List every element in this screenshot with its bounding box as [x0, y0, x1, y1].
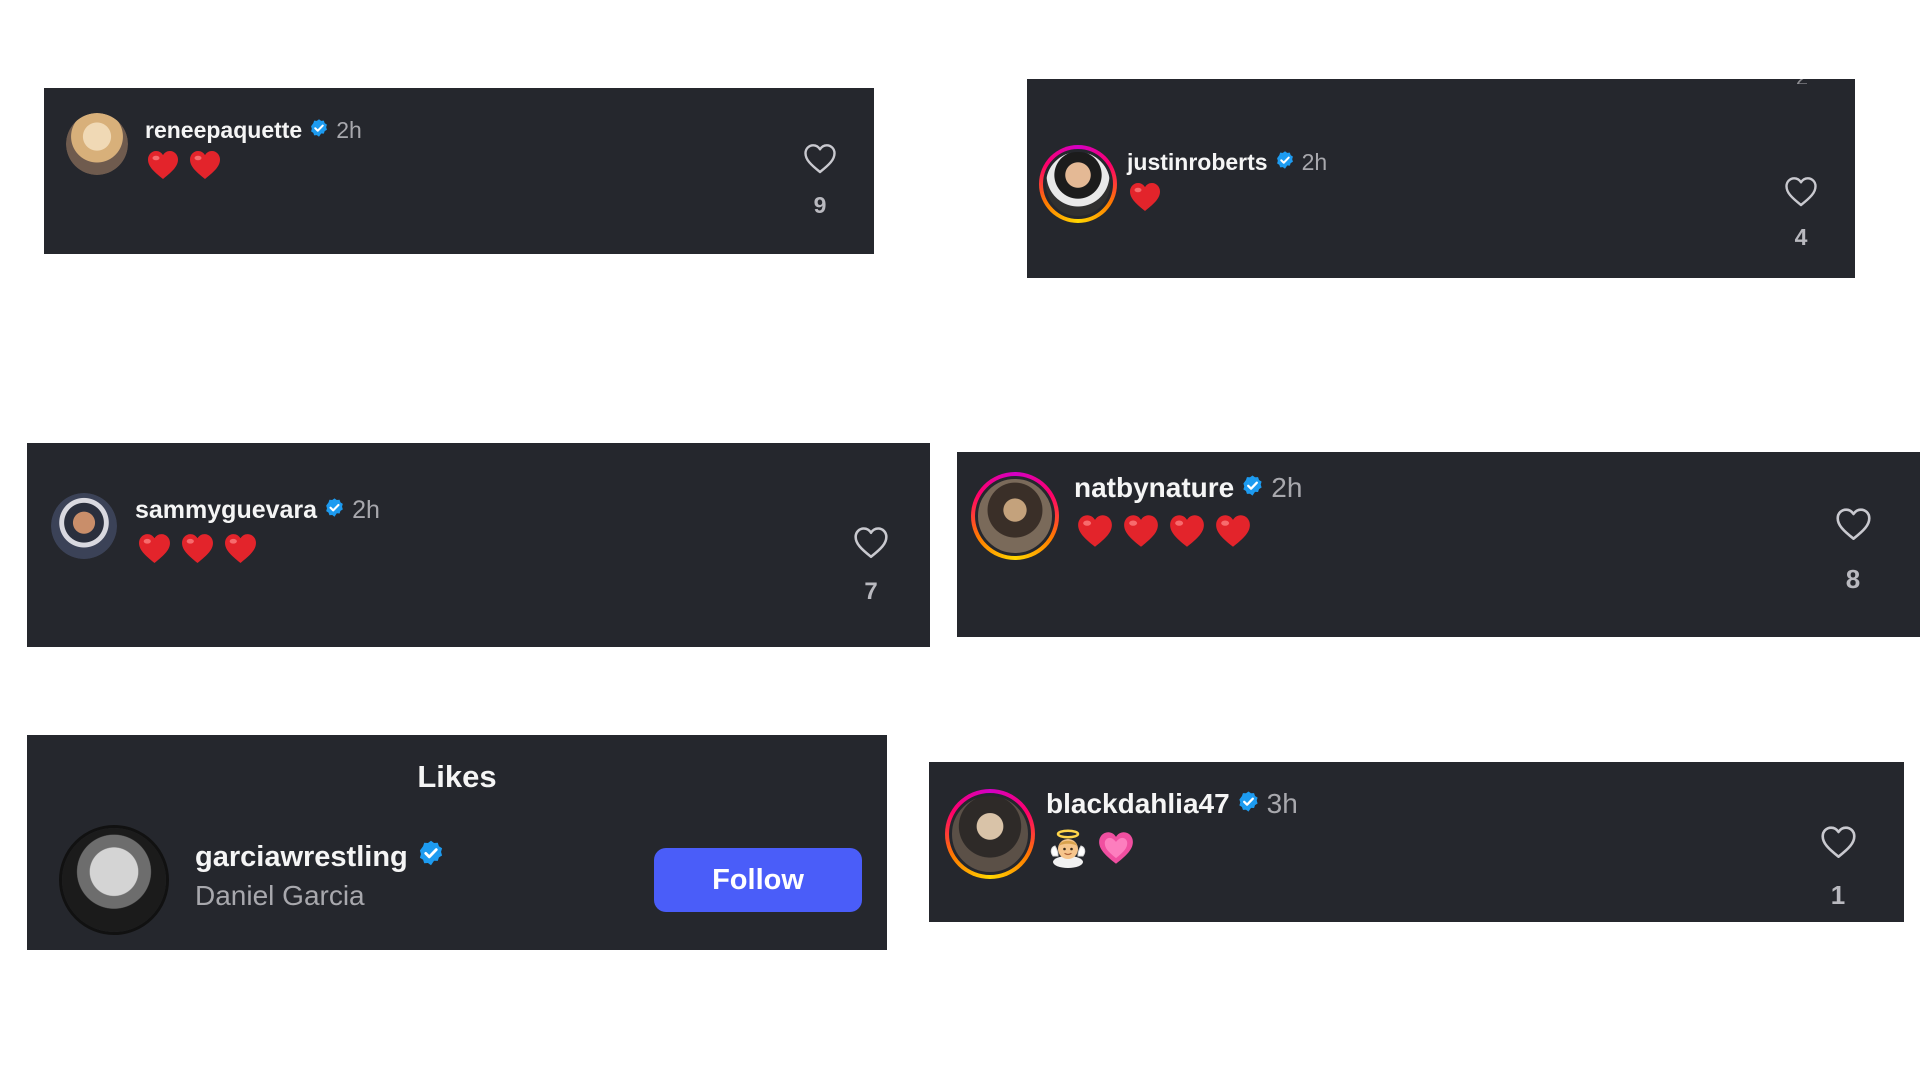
red-heart-emoji-icon: [225, 534, 256, 563]
comment-card-sammyguevara: sammyguevara 2h 7: [27, 443, 930, 647]
comment-text: [147, 150, 231, 180]
verified-badge-icon: [1275, 149, 1295, 176]
cropped-count: 2: [1792, 79, 1812, 84]
comment-username[interactable]: reneepaquette: [145, 117, 302, 144]
avatar[interactable]: [66, 113, 128, 175]
comment-time: 2h: [1301, 148, 1328, 175]
comment-username[interactable]: natbynature: [1074, 472, 1234, 504]
comment-username[interactable]: blackdahlia47: [1046, 788, 1230, 820]
like-count: 7: [864, 578, 878, 605]
verified-badge-icon: [1237, 788, 1260, 820]
red-heart-emoji-icon: [1078, 515, 1112, 547]
comment-text: [1077, 514, 1261, 548]
comment-text: [1129, 182, 1171, 212]
red-heart-emoji-icon: [139, 534, 170, 563]
avatar-photo: [62, 828, 166, 932]
heart-outline-icon[interactable]: [1784, 176, 1818, 207]
avatar-photo: [949, 793, 1031, 875]
comment-card-natbynature: natbynature 2h 8: [957, 452, 1920, 637]
follow-button[interactable]: Follow: [654, 848, 862, 912]
comment-time: 2h: [336, 116, 362, 143]
red-heart-emoji-icon: [1170, 515, 1204, 547]
avatar-photo: [975, 476, 1055, 556]
comment-card-blackdahlia47: blackdahlia47 3h 1: [929, 762, 1904, 922]
comment-time: 3h: [1266, 788, 1298, 819]
heart-outline-icon[interactable]: [853, 526, 889, 559]
liker-full-name: Daniel Garcia: [195, 880, 365, 911]
verified-badge-icon: [1241, 472, 1264, 504]
comment-username[interactable]: justinroberts: [1127, 149, 1268, 176]
heart-outline-icon[interactable]: [803, 143, 837, 174]
heart-outline-icon[interactable]: [1835, 507, 1872, 541]
like-count: 1: [1830, 880, 1846, 910]
likes-sheet: Likes garciawrestling Daniel Garcia Foll…: [27, 735, 887, 950]
like-count: 9: [813, 192, 827, 218]
comment-time: 2h: [352, 495, 380, 524]
red-heart-emoji-icon: [1216, 515, 1250, 547]
avatar-photo: [1043, 149, 1113, 219]
verified-badge-icon: [417, 839, 445, 875]
comment-card-justinroberts: 2 justinroberts 2h 4: [1027, 79, 1855, 278]
avatar[interactable]: [945, 789, 1035, 879]
comment-card-reneepaquette: reneepaquette 2h 9: [44, 88, 874, 254]
comment-username[interactable]: sammyguevara: [135, 496, 317, 525]
avatar[interactable]: [971, 472, 1059, 560]
avatar-photo: [66, 113, 128, 175]
red-heart-emoji-icon: [148, 151, 178, 179]
liker-username[interactable]: garciawrestling: [195, 841, 408, 874]
red-heart-emoji-icon: [1124, 515, 1158, 547]
heart-outline-icon[interactable]: [1820, 825, 1857, 859]
comment-text: [1048, 828, 1144, 868]
avatar[interactable]: [59, 825, 169, 935]
verified-badge-icon: [309, 117, 329, 144]
avatar-photo: [51, 493, 117, 559]
comment-text: [138, 533, 267, 564]
red-heart-emoji-icon: [1130, 183, 1160, 211]
pink-heart-emoji-icon: [1099, 832, 1133, 864]
likes-title: Likes: [417, 759, 497, 794]
like-count: 4: [1794, 224, 1808, 250]
baby-angel-emoji-icon: [1050, 829, 1086, 868]
avatar[interactable]: [1039, 145, 1117, 223]
red-heart-emoji-icon: [182, 534, 213, 563]
avatar[interactable]: [51, 493, 117, 559]
verified-badge-icon: [324, 496, 345, 525]
comment-time: 2h: [1271, 472, 1303, 503]
like-count: 8: [1845, 564, 1861, 594]
red-heart-emoji-icon: [190, 151, 220, 179]
